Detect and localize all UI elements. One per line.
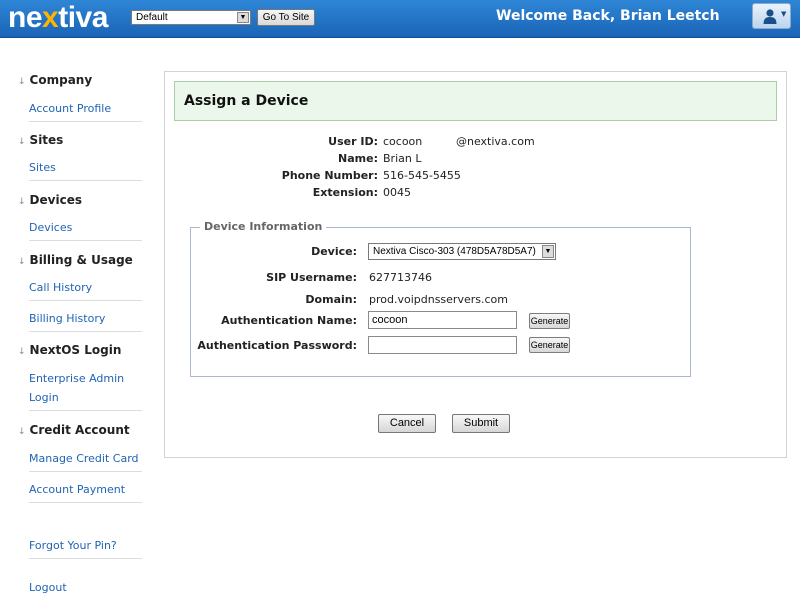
logo-text-pre: ne: [8, 1, 43, 34]
phone-row: Phone Number: 516-545-5455: [165, 169, 788, 185]
domain-value: prod.voipdnsservers.com: [369, 293, 508, 306]
caret-down-icon: ▼: [781, 10, 787, 18]
section-title: Sites: [29, 133, 64, 147]
section-title: Credit Account: [29, 423, 130, 437]
site-select[interactable]: Default ▼: [131, 10, 251, 25]
domain-label: Domain:: [305, 293, 357, 306]
sidebar-link-forgot-pin[interactable]: Forgot Your Pin?: [29, 536, 142, 559]
device-label: Device:: [311, 245, 357, 258]
go-to-site-button[interactable]: Go To Site: [257, 9, 315, 26]
logo-text-x: x: [42, 1, 59, 34]
generate-auth-name-button[interactable]: Generate: [529, 313, 570, 329]
sidebar-link-billing-history[interactable]: Billing History: [29, 309, 142, 332]
main-panel: Assign a Device User ID: cocoon @nextiva…: [164, 71, 787, 458]
down-arrow-icon: ↓: [18, 197, 26, 207]
section-title: Company: [29, 73, 93, 87]
sidebar-section-nextos: ↓ NextOS Login: [18, 343, 121, 357]
name-label: Name:: [338, 152, 378, 165]
auth-name-input[interactable]: cocoon: [368, 311, 517, 329]
sidebar-link-devices[interactable]: Devices: [29, 218, 142, 241]
sidebar-link-manage-credit-card[interactable]: Manage Credit Card: [29, 449, 142, 472]
sidebar-section-sites: ↓ Sites: [18, 133, 63, 147]
device-select[interactable]: Nextiva Cisco-303 (478D5A78D5A7) ▼: [368, 243, 556, 260]
user-id-value: cocoon: [383, 135, 423, 148]
auth-name-label: Authentication Name:: [221, 314, 357, 327]
user-icon: [763, 9, 777, 24]
phone-label: Phone Number:: [281, 169, 378, 182]
device-information-legend: Device Information: [200, 220, 327, 233]
down-arrow-icon: ↓: [18, 137, 26, 147]
down-arrow-icon: ↓: [18, 427, 26, 437]
page-title-box: Assign a Device: [174, 81, 777, 121]
sidebar-section-credit-account: ↓ Credit Account: [18, 423, 130, 437]
sidebar-link-sites[interactable]: Sites: [29, 158, 142, 181]
page-title: Assign a Device: [184, 93, 309, 109]
name-value: Brian L: [383, 152, 422, 165]
user-id-row: User ID: cocoon @nextiva.com: [165, 135, 788, 151]
sip-username-label: SIP Username:: [266, 271, 357, 284]
top-header: nextiva Default ▼ Go To Site Welcome Bac…: [0, 0, 800, 38]
device-select-value: Nextiva Cisco-303 (478D5A78D5A7): [373, 246, 536, 257]
down-arrow-icon: ↓: [18, 257, 26, 267]
section-title: Billing & Usage: [29, 253, 133, 267]
extension-row: Extension: 0045: [165, 186, 788, 202]
user-id-domain: @nextiva.com: [456, 135, 535, 148]
section-title: Devices: [29, 193, 82, 207]
welcome-message: Welcome Back, Brian Leetch: [496, 8, 720, 24]
phone-value: 516-545-5455: [383, 169, 461, 182]
down-arrow-icon: ↓: [18, 77, 26, 87]
auth-password-input[interactable]: [368, 336, 517, 354]
sidebar-link-enterprise-admin-login[interactable]: Enterprise Admin Login: [29, 369, 142, 411]
submit-button[interactable]: Submit: [452, 414, 510, 433]
user-id-label: User ID:: [328, 135, 378, 148]
extension-value: 0045: [383, 186, 411, 199]
sidebar-section-devices: ↓ Devices: [18, 193, 82, 207]
section-title: NextOS Login: [29, 343, 122, 357]
device-information-fieldset: Device Information Device: Nextiva Cisco…: [190, 220, 691, 377]
sidebar-link-account-payment[interactable]: Account Payment: [29, 480, 142, 503]
chevron-down-icon[interactable]: ▼: [237, 12, 249, 23]
cancel-button[interactable]: Cancel: [378, 414, 436, 433]
user-menu-button[interactable]: ▼: [752, 3, 791, 29]
sidebar-link-account-profile[interactable]: Account Profile: [29, 99, 142, 122]
sidebar-link-call-history[interactable]: Call History: [29, 278, 142, 301]
logo-text-post: tiva: [58, 1, 108, 34]
sidebar-link-logout[interactable]: Logout: [29, 578, 142, 599]
site-select-value: Default: [136, 12, 168, 23]
down-arrow-icon: ↓: [18, 347, 26, 357]
generate-auth-password-button[interactable]: Generate: [529, 337, 570, 353]
nextiva-logo[interactable]: nextiva: [8, 1, 108, 35]
sip-username-value: 627713746: [369, 271, 432, 284]
sidebar-section-billing: ↓ Billing & Usage: [18, 253, 133, 267]
sidebar-section-company: ↓ Company: [18, 73, 92, 87]
extension-label: Extension:: [312, 186, 378, 199]
chevron-down-icon[interactable]: ▼: [542, 245, 554, 258]
name-row: Name: Brian L: [165, 152, 788, 168]
auth-password-label: Authentication Password:: [197, 339, 357, 352]
